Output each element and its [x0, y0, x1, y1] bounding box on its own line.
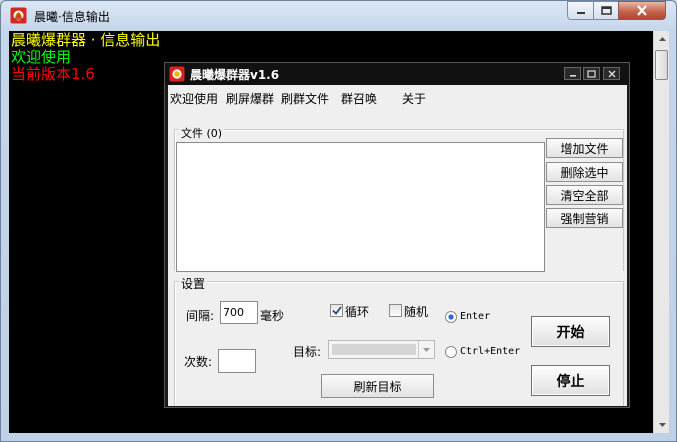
- arrow-up-icon: [658, 37, 666, 41]
- app-titlebar[interactable]: 晨曦爆群器v1.6: [165, 63, 629, 85]
- force-marketing-button[interactable]: 强制营销: [546, 208, 623, 228]
- stop-button[interactable]: 停止: [531, 365, 610, 396]
- console-titlebar[interactable]: 晨曦·信息输出: [1, 1, 676, 31]
- interval-input[interactable]: 700: [220, 301, 258, 324]
- console-line: 欢迎使用: [11, 48, 72, 66]
- arrow-down-icon: [658, 423, 666, 427]
- ctrl-enter-radio[interactable]: [445, 346, 457, 358]
- count-input[interactable]: [218, 349, 256, 373]
- settings-group-label: 设置: [179, 275, 208, 292]
- maximize-button[interactable]: [593, 1, 619, 20]
- minimize-icon: [576, 11, 585, 14]
- app-minimize-button[interactable]: [564, 67, 581, 80]
- console-line: 当前版本1.6: [11, 65, 95, 83]
- ctrl-enter-label[interactable]: Ctrl+Enter: [460, 346, 520, 357]
- app-logo-icon: [169, 66, 185, 82]
- add-file-button[interactable]: 增加文件: [546, 138, 623, 158]
- scroll-thumb[interactable]: [655, 50, 668, 80]
- app-window-title: 晨曦爆群器v1.6: [190, 68, 280, 82]
- scroll-up-button[interactable]: [654, 31, 670, 47]
- close-button[interactable]: [618, 1, 666, 20]
- menu-item-about[interactable]: 关于: [402, 90, 426, 107]
- radio-dot-icon: [448, 314, 454, 320]
- minimize-button[interactable]: [567, 1, 594, 20]
- count-label: 次数:: [184, 355, 213, 369]
- target-label: 目标:: [293, 345, 322, 359]
- chevron-down-icon: [423, 347, 430, 352]
- menu-item-group-files[interactable]: 刷群文件: [281, 90, 329, 107]
- file-list[interactable]: [176, 142, 545, 272]
- interval-label: 间隔:: [186, 309, 215, 323]
- app-close-button[interactable]: [603, 67, 620, 80]
- menu-item-spam-groups[interactable]: 刷屏爆群: [226, 90, 274, 107]
- target-dropdown-button[interactable]: [418, 341, 434, 358]
- maximize-icon: [600, 6, 612, 15]
- console-window-title: 晨曦·信息输出: [34, 10, 110, 24]
- console-line: 晨曦爆群器 · 信息输出: [11, 31, 161, 49]
- files-group-label: 文件 (0): [179, 125, 225, 141]
- minimize-icon: [569, 75, 576, 77]
- close-icon: [608, 70, 615, 77]
- random-checkbox[interactable]: [389, 304, 402, 317]
- scroll-down-button[interactable]: [654, 417, 670, 433]
- target-select-value: [332, 344, 416, 355]
- menu-item-group-summon[interactable]: 群召唤: [341, 90, 377, 107]
- enter-radio[interactable]: [445, 311, 457, 323]
- close-icon: [637, 5, 647, 16]
- console-scrollbar[interactable]: [653, 31, 669, 433]
- refresh-target-button[interactable]: 刷新目标: [321, 374, 434, 398]
- delete-selected-button[interactable]: 删除选中: [546, 162, 623, 182]
- app-maximize-button[interactable]: [583, 67, 600, 80]
- clear-all-button[interactable]: 清空全部: [546, 185, 623, 205]
- enter-label[interactable]: Enter: [460, 311, 490, 322]
- menu-item-welcome[interactable]: 欢迎使用: [170, 90, 218, 107]
- app-client-area: 欢迎使用 刷屏爆群 刷群文件 群召唤 关于 文件 (0) 增加文件 删除选中 清…: [168, 85, 627, 406]
- interval-unit-label: 毫秒: [260, 309, 285, 323]
- loop-label[interactable]: 循环: [345, 303, 369, 320]
- checkmark-icon: [331, 306, 342, 315]
- maximize-icon: [587, 69, 596, 78]
- app-window: 晨曦爆群器v1.6 欢迎使用 刷屏爆群 刷群文件 群召唤 关于 文件 (0) 增…: [164, 62, 630, 408]
- target-select[interactable]: [328, 340, 435, 359]
- loop-checkbox[interactable]: [330, 304, 343, 317]
- start-button[interactable]: 开始: [531, 316, 610, 347]
- random-label[interactable]: 随机: [404, 303, 428, 320]
- app-logo-icon: [10, 7, 27, 24]
- menu-bar: 欢迎使用 刷屏爆群 刷群文件 群召唤 关于: [168, 85, 627, 107]
